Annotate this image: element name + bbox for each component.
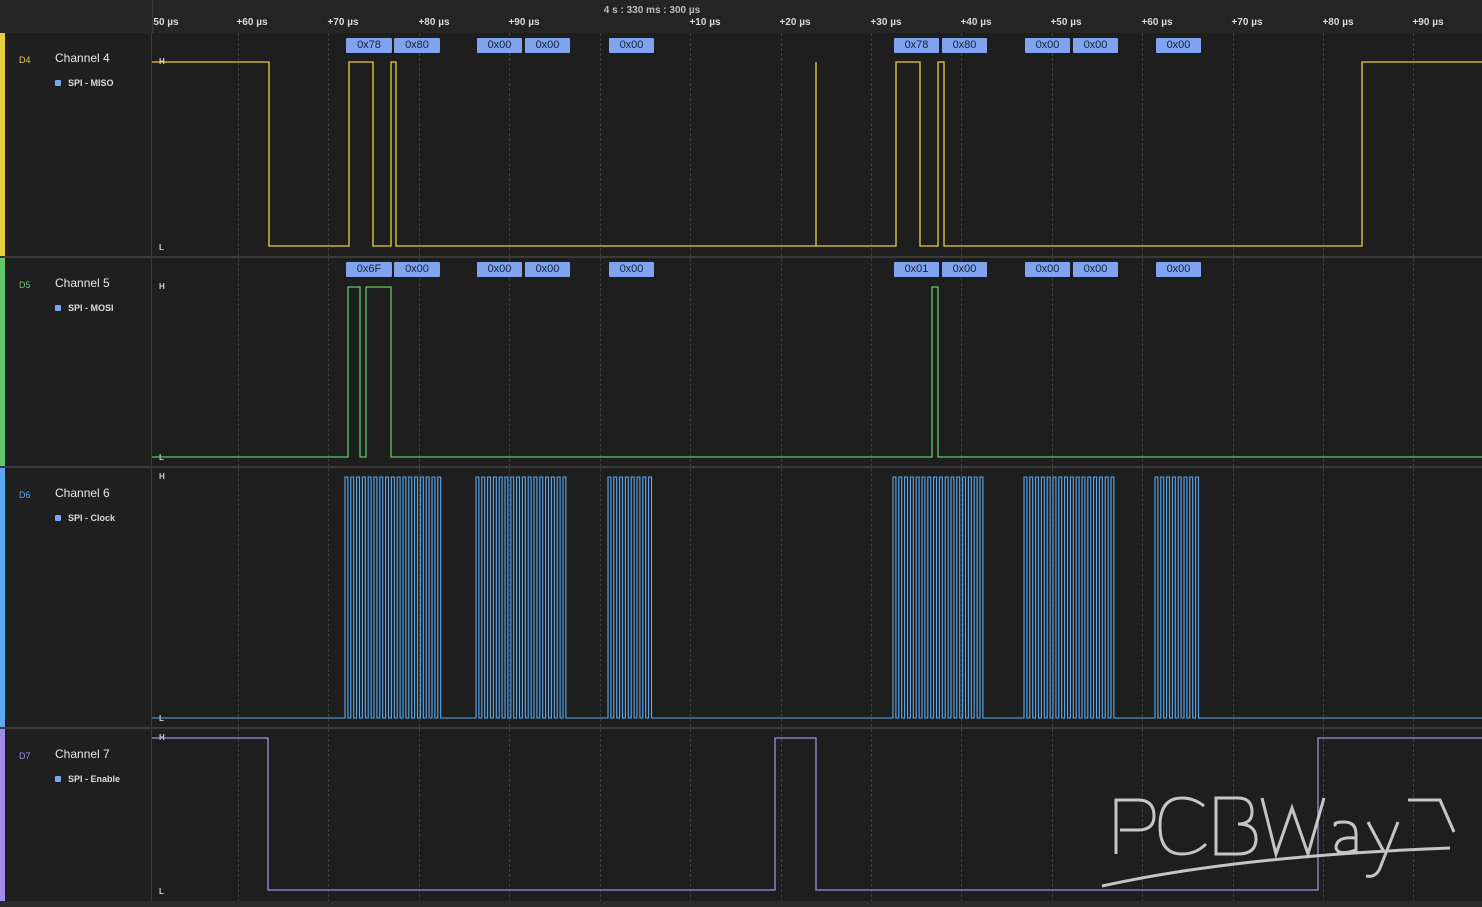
tick-label: +60 µs (1141, 17, 1173, 28)
channel-name[interactable]: Channel 7 (55, 747, 110, 761)
analyzer-color-icon (55, 80, 61, 86)
channel-color-strip (0, 729, 5, 901)
tick-label: 50 µs (153, 17, 179, 28)
decoded-byte[interactable]: 0x00 (1025, 262, 1070, 277)
decoded-byte[interactable]: 0x00 (525, 262, 570, 277)
tick-label: +70 µs (327, 17, 359, 28)
decoded-byte[interactable]: 0x00 (477, 262, 522, 277)
decoded-byte[interactable]: 0x00 (525, 38, 570, 53)
decoded-byte[interactable]: 0x6F (346, 262, 392, 277)
analyzer-label[interactable]: SPI - Clock (68, 513, 115, 523)
tick-label: +20 µs (779, 17, 811, 28)
decoded-byte[interactable]: 0x01 (894, 262, 939, 277)
analyzer-label[interactable]: SPI - MISO (68, 78, 114, 88)
tick-label: +90 µs (1412, 17, 1444, 28)
channel-name[interactable]: Channel 5 (55, 276, 110, 290)
bottom-scrollbar[interactable] (0, 901, 1482, 907)
decoded-byte[interactable]: 0x00 (394, 262, 440, 277)
decoded-byte[interactable]: 0x00 (1073, 38, 1118, 53)
tick-label: +80 µs (418, 17, 450, 28)
analyzer-color-icon (55, 776, 61, 782)
channel-header-d4[interactable]: D4 Channel 4 SPI - MISO (0, 33, 152, 256)
tick-label: +90 µs (508, 17, 540, 28)
channel-color-strip (0, 258, 5, 466)
channel-lane-d6[interactable]: D6 Channel 6 SPI - Clock H L (0, 468, 1482, 727)
channel-lane-d5[interactable]: D5 Channel 5 SPI - MOSI H L 0x6F 0x00 0x… (0, 258, 1482, 466)
decoded-byte[interactable]: 0x78 (894, 38, 939, 53)
channel-name[interactable]: Channel 4 (55, 51, 110, 65)
tick-label: +70 µs (1231, 17, 1263, 28)
decoded-byte[interactable]: 0x00 (477, 38, 522, 53)
tick-label: +10 µs (689, 17, 721, 28)
digital-channel-id: D4 (19, 55, 31, 65)
channel-header-d6[interactable]: D6 Channel 6 SPI - Clock (0, 468, 152, 727)
clock-waveform (152, 476, 1482, 719)
decoded-byte[interactable]: 0x80 (394, 38, 440, 53)
decoded-byte[interactable]: 0x00 (942, 262, 987, 277)
decoded-byte[interactable]: 0x80 (942, 38, 987, 53)
channel-header-d7[interactable]: D7 Channel 7 SPI - Enable (0, 729, 152, 901)
tick-label: +60 µs (236, 17, 268, 28)
channel-header-d5[interactable]: D5 Channel 5 SPI - MOSI (0, 258, 152, 466)
decoded-byte[interactable]: 0x00 (609, 38, 654, 53)
tick-label: +50 µs (1050, 17, 1082, 28)
tick-label: +80 µs (1322, 17, 1354, 28)
channel-color-strip (0, 33, 5, 256)
decoded-byte[interactable]: 0x78 (346, 38, 392, 53)
pcbway-watermark-logo (1101, 796, 1456, 888)
decoded-byte[interactable]: 0x00 (1156, 262, 1201, 277)
channel-lane-d4[interactable]: D4 Channel 4 SPI - MISO H L 0x78 0x80 0x… (0, 33, 1482, 256)
digital-channel-id: D7 (19, 751, 31, 761)
miso-waveform (152, 61, 1482, 247)
tick-label: +30 µs (870, 17, 902, 28)
decoded-byte[interactable]: 0x00 (1156, 38, 1201, 53)
digital-channel-id: D5 (19, 280, 31, 290)
channel-color-strip (0, 468, 5, 727)
mosi-waveform (152, 286, 1482, 458)
decoded-byte[interactable]: 0x00 (1025, 38, 1070, 53)
analyzer-color-icon (55, 515, 61, 521)
time-reference: 4 s : 330 ms : 300 µs (603, 5, 701, 16)
timeline-ruler[interactable]: 4 s : 330 ms : 300 µs 50 µs +60 µs +70 µ… (0, 0, 1482, 33)
decoded-byte[interactable]: 0x00 (1073, 262, 1118, 277)
decoded-byte[interactable]: 0x00 (609, 262, 654, 277)
digital-channel-id: D6 (19, 490, 31, 500)
channel-name[interactable]: Channel 6 (55, 486, 110, 500)
analyzer-label[interactable]: SPI - MOSI (68, 303, 114, 313)
analyzer-label[interactable]: SPI - Enable (68, 774, 120, 784)
ruler-gutter (0, 0, 153, 33)
tick-label: +40 µs (960, 17, 992, 28)
analyzer-color-icon (55, 305, 61, 311)
